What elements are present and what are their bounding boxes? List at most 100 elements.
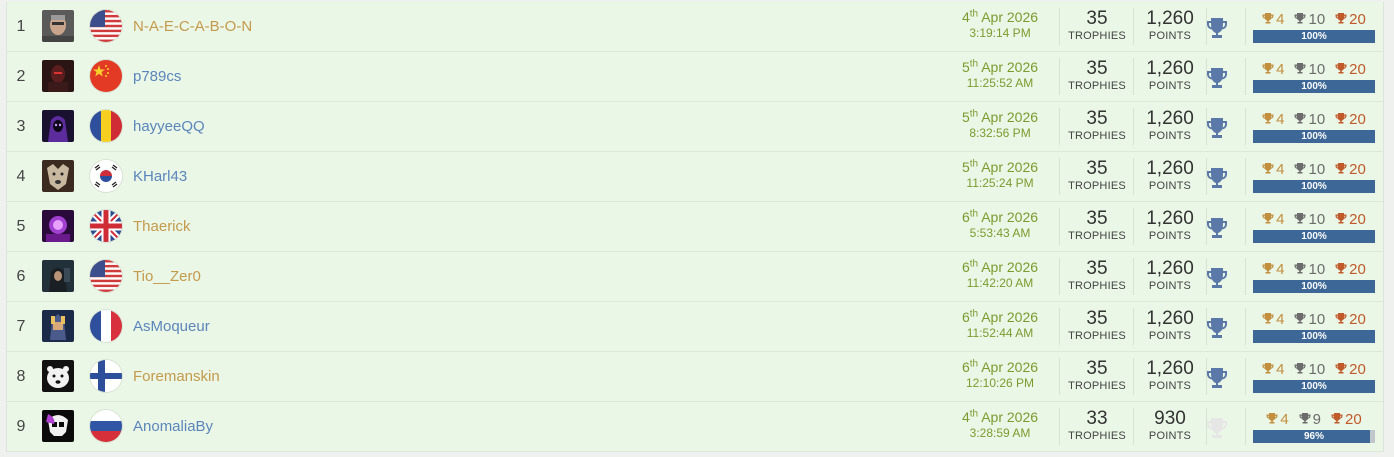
avatar-knight[interactable] (42, 310, 74, 342)
rank-number: 1 (16, 18, 26, 35)
earned-time: 12:10:26 PM (965, 376, 1035, 390)
bronze-trophy-icon (1335, 311, 1347, 328)
platinum-trophy-icon (1205, 216, 1229, 238)
leaderboard-row-8: 8 Foremanskin 6th Apr 2026 12:10:26 PM 3… (7, 352, 1383, 402)
avatar-wolf[interactable] (42, 160, 74, 192)
bronze-trophy-count: 20 (1331, 411, 1362, 428)
completion-progress-bar: 100% (1253, 380, 1375, 393)
leaderboard-table: 1 N-A-E-C-A-B-O-N 4th Apr 2026 3:19:14 P… (6, 2, 1384, 452)
bronze-trophy-icon (1335, 111, 1347, 128)
gold-trophy-icon (1262, 161, 1274, 178)
player-name-link[interactable]: AsMoqueur (133, 302, 210, 351)
bronze-trophy-count: 20 (1335, 11, 1366, 28)
silver-trophy-count: 10 (1294, 11, 1325, 28)
points-count: 1,260 POINTS (1146, 158, 1194, 192)
avatar-purple-hood[interactable] (42, 110, 74, 142)
earned-day: 5th Apr 2026 (961, 108, 1039, 125)
earned-time: 3:19:14 PM (969, 26, 1031, 40)
bronze-trophy-icon (1335, 11, 1347, 28)
avatar-hooded-figure[interactable] (42, 260, 74, 292)
gold-trophy-icon (1262, 211, 1274, 228)
earned-date: 5th Apr 2026 8:32:56 PM (952, 109, 1048, 141)
rank-number: 2 (16, 68, 26, 85)
gold-trophy-icon (1262, 311, 1274, 328)
player-name-link[interactable]: KHarl43 (133, 152, 187, 201)
trophy-breakdown: 4 10 20 100% (1251, 310, 1377, 343)
flag-finland-icon (90, 360, 122, 392)
silver-trophy-icon (1294, 11, 1306, 28)
silver-trophy-icon (1294, 61, 1306, 78)
silver-trophy-icon (1294, 161, 1306, 178)
points-count: 1,260 POINTS (1146, 58, 1194, 92)
leaderboard-row-5: 5 Thaerick 6th Apr 2026 5:53:43 AM 35 TR… (7, 202, 1383, 252)
earned-time: 11:25:52 AM (966, 76, 1034, 90)
gold-trophy-icon (1262, 111, 1274, 128)
gold-trophy-count: 4 (1262, 361, 1284, 378)
bronze-trophy-icon (1335, 211, 1347, 228)
trophy-count: 33 TROPHIES (1068, 408, 1126, 442)
earned-day: 6th Apr 2026 (961, 308, 1039, 325)
flag-russia-icon (90, 410, 122, 442)
leaderboard-row-1: 1 N-A-E-C-A-B-O-N 4th Apr 2026 3:19:14 P… (7, 2, 1383, 52)
flag-usa-icon (90, 260, 122, 292)
trophy-count: 35 TROPHIES (1068, 308, 1126, 342)
trophy-count: 35 TROPHIES (1068, 258, 1126, 292)
avatar-man-photo[interactable] (42, 10, 74, 42)
gold-trophy-icon (1262, 261, 1274, 278)
avatar-dark-warrior[interactable] (42, 60, 74, 92)
platinum-trophy-icon-unearned (1205, 416, 1229, 438)
player-name-link[interactable]: p789cs (133, 52, 181, 101)
rank-number: 3 (16, 118, 26, 135)
gold-trophy-icon (1262, 11, 1274, 28)
silver-trophy-icon (1294, 361, 1306, 378)
earned-day: 6th Apr 2026 (961, 258, 1039, 275)
bronze-trophy-count: 20 (1335, 111, 1366, 128)
gold-trophy-icon (1262, 361, 1274, 378)
points-count: 930 POINTS (1148, 408, 1192, 442)
gold-trophy-count: 4 (1266, 411, 1289, 428)
player-name-link[interactable]: Tio__Zer0 (133, 252, 201, 301)
earned-time: 8:32:56 PM (969, 126, 1031, 140)
player-name-link[interactable]: Foremanskin (133, 352, 220, 401)
rank-number: 6 (16, 268, 26, 285)
flag-france-icon (90, 310, 122, 342)
rank-number: 7 (16, 318, 26, 335)
completion-progress-bar: 100% (1253, 330, 1375, 343)
trophy-breakdown: 4 9 20 96% (1251, 410, 1377, 443)
gold-trophy-count: 4 (1262, 61, 1284, 78)
trophy-breakdown: 4 10 20 100% (1251, 110, 1377, 143)
avatar-purple-character[interactable] (42, 210, 74, 242)
earned-day: 6th Apr 2026 (961, 208, 1039, 225)
trophy-count: 35 TROPHIES (1068, 158, 1126, 192)
player-name-link[interactable]: AnomaliaBy (133, 402, 213, 451)
flag-romania-icon (90, 110, 122, 142)
bronze-trophy-count: 20 (1335, 61, 1366, 78)
silver-trophy-count: 10 (1294, 161, 1325, 178)
leaderboard-row-7: 7 AsMoqueur 6th Apr 2026 11:52:44 AM 35 … (7, 302, 1383, 352)
platinum-trophy-icon (1205, 16, 1229, 38)
platinum-trophy-icon (1205, 166, 1229, 188)
earned-date: 6th Apr 2026 11:42:20 AM (952, 259, 1048, 291)
points-count: 1,260 POINTS (1146, 358, 1194, 392)
points-count: 1,260 POINTS (1146, 8, 1194, 42)
bronze-trophy-icon (1335, 361, 1347, 378)
gold-trophy-icon (1262, 61, 1274, 78)
silver-trophy-count: 10 (1294, 361, 1325, 378)
gold-trophy-count: 4 (1262, 161, 1284, 178)
trophy-breakdown: 4 10 20 100% (1251, 60, 1377, 93)
completion-progress-bar: 100% (1253, 130, 1375, 143)
silver-trophy-count: 10 (1294, 311, 1325, 328)
flag-south-korea-icon (90, 160, 122, 192)
player-name-link[interactable]: Thaerick (133, 202, 191, 251)
leaderboard-row-9: 9 AnomaliaBy 4th Apr 2026 3:28:59 AM 33 … (7, 402, 1383, 452)
player-name-link[interactable]: N-A-E-C-A-B-O-N (133, 2, 252, 51)
player-name-link[interactable]: hayyeeQQ (133, 102, 205, 151)
avatar-polar-bear[interactable] (42, 360, 74, 392)
bronze-trophy-count: 20 (1335, 311, 1366, 328)
avatar-skull-logo[interactable] (42, 410, 74, 442)
gold-trophy-count: 4 (1262, 211, 1284, 228)
rank-number: 9 (16, 418, 26, 435)
silver-trophy-count: 10 (1294, 211, 1325, 228)
silver-trophy-count: 10 (1294, 61, 1325, 78)
trophy-breakdown: 4 10 20 100% (1251, 210, 1377, 243)
